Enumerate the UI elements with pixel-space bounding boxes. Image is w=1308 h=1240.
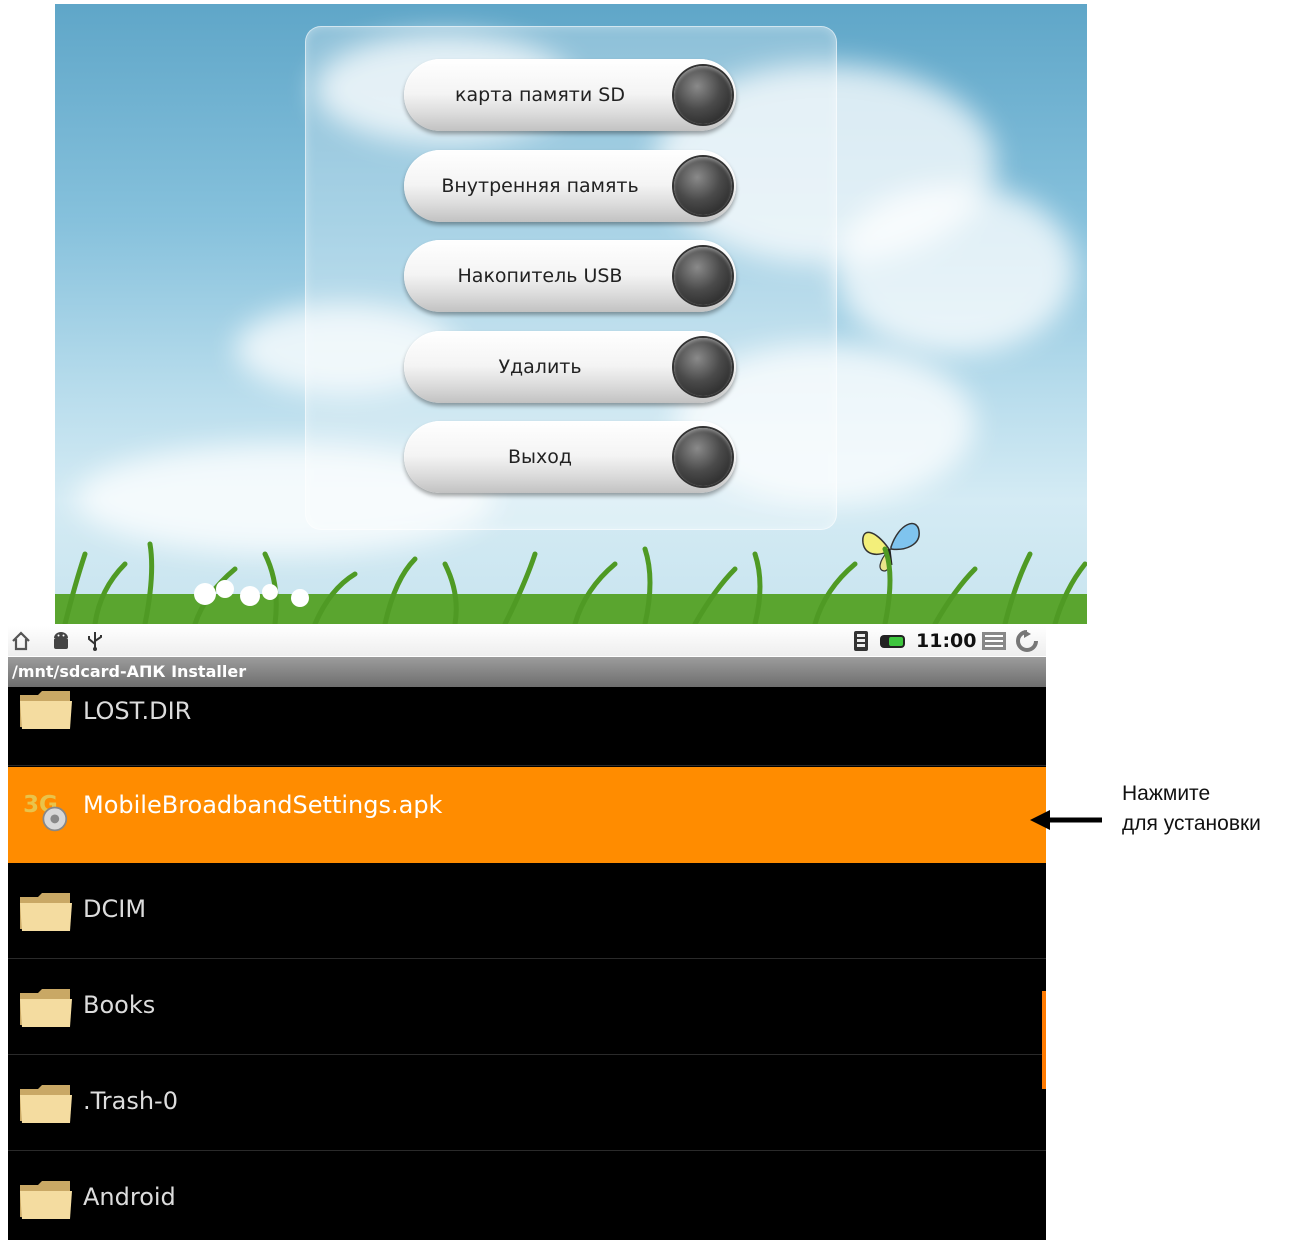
file-name: LOST.DIR: [83, 697, 192, 725]
install-hint: Нажмите для установки: [1122, 779, 1261, 839]
android-icon: [54, 632, 68, 649]
usb-storage-button[interactable]: Накопитель USB: [404, 240, 736, 312]
back-icon[interactable]: [1010, 630, 1044, 652]
button-knob-icon: [674, 157, 732, 215]
button-knob-icon: [674, 66, 732, 124]
folder-icon: [20, 1085, 72, 1123]
file-list[interactable]: LOST.DIR 3G MobileBroadbandSettings.apk …: [8, 687, 1046, 1240]
file-name: Books: [83, 991, 156, 1019]
delete-button[interactable]: Удалить: [404, 331, 736, 403]
signal-icon: [854, 631, 868, 651]
list-item-android[interactable]: Android: [8, 1151, 1046, 1240]
exit-button[interactable]: Выход: [404, 421, 736, 493]
file-name: .Trash-0: [83, 1087, 178, 1115]
folder-icon: [20, 1181, 72, 1219]
list-item-apk-selected[interactable]: 3G MobileBroadbandSettings.apk: [8, 767, 1046, 863]
button-knob-icon: [674, 338, 732, 396]
sd-card-button-label: карта памяти SD: [455, 84, 625, 106]
folder-icon: [20, 691, 72, 729]
list-item-lost-dir[interactable]: LOST.DIR: [8, 687, 1046, 766]
folder-icon: [20, 989, 72, 1027]
button-knob-icon: [674, 428, 732, 486]
list-item-dcim[interactable]: DCIM: [8, 863, 1046, 959]
menu-icon[interactable]: [980, 630, 1008, 652]
menu-panel: карта памяти SD Внутренняя память Накопи…: [305, 26, 837, 530]
list-item-books[interactable]: Books: [8, 959, 1046, 1055]
arrow-left-icon: [1030, 810, 1102, 830]
path-title: /mnt/sdcard-АПК Installer: [12, 662, 247, 681]
list-item-trash[interactable]: .Trash-0: [8, 1055, 1046, 1151]
installer-menu-screen: карта памяти SD Внутренняя память Накопи…: [55, 4, 1087, 624]
status-bar: 11:00: [8, 626, 1046, 656]
file-name: Android: [83, 1183, 176, 1211]
file-name: MobileBroadbandSettings.apk: [83, 791, 443, 819]
home-icon: [12, 631, 30, 651]
exit-button-label: Выход: [507, 446, 573, 468]
install-hint-line2: для установки: [1122, 812, 1261, 835]
cloud-decoration: [835, 184, 1075, 354]
path-title-bar: /mnt/sdcard-АПК Installer: [8, 657, 1046, 687]
usb-storage-button-label: Накопитель USB: [457, 265, 623, 287]
button-knob-icon: [674, 247, 732, 305]
status-time: 11:00: [916, 630, 977, 652]
scrollbar[interactable]: [1042, 991, 1046, 1089]
install-hint-line1: Нажмите: [1122, 782, 1211, 805]
internal-memory-button[interactable]: Внутренняя память: [404, 150, 736, 222]
delete-button-label: Удалить: [498, 356, 582, 378]
file-name: DCIM: [83, 895, 147, 923]
battery-icon: [880, 635, 905, 648]
internal-memory-button-label: Внутренняя память: [441, 175, 639, 197]
grass-decoration: [55, 541, 1087, 624]
usb-icon: [88, 632, 102, 651]
apk-icon: 3G: [23, 792, 68, 832]
sd-card-button[interactable]: карта памяти SD: [404, 59, 736, 131]
folder-icon: [20, 893, 72, 931]
